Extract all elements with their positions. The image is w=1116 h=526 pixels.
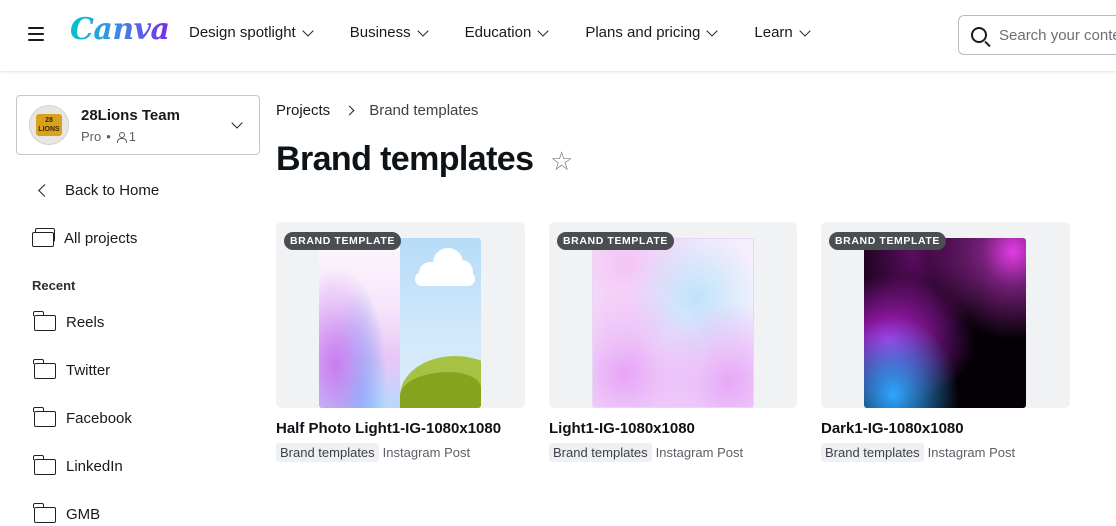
template-card-light1[interactable]: BRAND TEMPLATE Light1-IG-1080x1080 Brand…: [549, 222, 797, 462]
template-folder-chip[interactable]: Brand templates: [276, 443, 379, 462]
chevron-down-icon: [416, 24, 429, 37]
template-thumbnail[interactable]: BRAND TEMPLATE: [276, 222, 525, 408]
star-icon[interactable]: ☆: [550, 148, 573, 174]
template-folder-chip[interactable]: Brand templates: [821, 443, 924, 462]
top-navigation-bar: Canva Design spotlight Business Educatio…: [0, 0, 1116, 71]
search-box[interactable]: [958, 15, 1116, 55]
template-type: Instagram Post: [655, 445, 744, 460]
brand-template-badge: BRAND TEMPLATE: [829, 232, 947, 250]
folders-icon: [32, 228, 56, 247]
main-nav: Design spotlight Business Education Plan…: [189, 24, 847, 41]
chevron-down-icon: [231, 117, 243, 129]
nav-business[interactable]: Business: [349, 24, 429, 41]
chevron-down-icon: [537, 24, 549, 37]
back-to-home-link[interactable]: Back to Home: [32, 182, 159, 199]
nav-label: Education: [464, 24, 532, 41]
sidebar-folder-twitter[interactable]: Twitter: [33, 358, 111, 379]
team-meta: Pro • 1: [81, 129, 136, 144]
template-folder-chip[interactable]: Brand templates: [549, 443, 652, 462]
nav-label: Business: [349, 24, 411, 41]
template-meta: Brand templates Instagram Post: [549, 443, 797, 462]
template-preview-image: [864, 238, 1026, 408]
template-card-dark1[interactable]: BRAND TEMPLATE Dark1-IG-1080x1080 Brand …: [821, 222, 1070, 462]
nav-education[interactable]: Education: [464, 24, 549, 41]
chevron-left-icon: [38, 184, 51, 197]
search-input[interactable]: [999, 26, 1116, 44]
all-projects-link[interactable]: All projects: [32, 228, 138, 247]
hamburger-menu-icon[interactable]: [28, 27, 44, 41]
brand-template-badge: BRAND TEMPLATE: [557, 232, 675, 250]
breadcrumb-projects[interactable]: Projects: [276, 102, 330, 119]
template-name: Light1-IG-1080x1080: [549, 420, 695, 437]
template-thumbnail[interactable]: BRAND TEMPLATE: [821, 222, 1070, 408]
folder-icon: [33, 502, 56, 523]
sidebar-folder-facebook[interactable]: Facebook: [33, 406, 132, 427]
template-name: Half Photo Light1-IG-1080x1080: [276, 420, 502, 437]
all-projects-label: All projects: [64, 230, 138, 247]
template-preview-image: [319, 238, 481, 408]
nav-learn[interactable]: Learn: [754, 24, 811, 41]
sidebar-folder-gmb[interactable]: GMB: [33, 502, 101, 523]
chevron-down-icon: [302, 24, 314, 37]
team-switcher[interactable]: 28 LIONS 28Lions Team Pro • 1: [16, 95, 260, 155]
team-avatar: 28 LIONS: [29, 105, 69, 145]
team-name: 28Lions Team: [81, 107, 180, 124]
folder-icon: [33, 310, 56, 331]
template-meta: Brand templates Instagram Post: [276, 443, 525, 462]
recent-heading: Recent: [32, 278, 76, 293]
back-to-home-label: Back to Home: [65, 182, 160, 199]
cloud-icon: [409, 248, 475, 286]
template-name: Dark1-IG-1080x1080: [821, 420, 964, 437]
canva-logo[interactable]: Canva: [70, 12, 170, 47]
nav-label: Plans and pricing: [585, 24, 701, 41]
template-meta: Brand templates Instagram Post: [821, 443, 1070, 462]
template-card-half-photo-light1[interactable]: BRAND TEMPLATE Half Photo Light1-IG-1080…: [276, 222, 525, 462]
folder-label: Twitter: [66, 362, 111, 379]
nav-design-spotlight[interactable]: Design spotlight: [189, 24, 314, 41]
sidebar-folder-reels[interactable]: Reels: [33, 310, 105, 331]
template-type: Instagram Post: [927, 445, 1016, 460]
team-member-count: 1: [128, 129, 137, 144]
brand-template-badge: BRAND TEMPLATE: [284, 232, 402, 250]
folder-icon: [33, 406, 56, 427]
chevron-down-icon: [706, 24, 719, 37]
folder-icon: [33, 454, 56, 475]
chevron-down-icon: [799, 24, 811, 37]
template-thumbnail[interactable]: BRAND TEMPLATE: [549, 222, 797, 408]
folder-icon: [33, 358, 56, 379]
person-icon: [116, 131, 127, 143]
folder-label: LinkedIn: [66, 458, 123, 475]
template-type: Instagram Post: [382, 445, 471, 460]
team-plan: Pro: [81, 129, 102, 144]
search-icon: [971, 27, 987, 43]
folder-label: GMB: [66, 506, 101, 523]
team-logo: 28 LIONS: [36, 114, 62, 136]
nav-plans-and-pricing[interactable]: Plans and pricing: [585, 24, 719, 41]
nav-label: Learn: [754, 24, 793, 41]
separator-dot: •: [106, 129, 111, 144]
page-title: Brand templates: [276, 140, 534, 178]
chevron-right-icon: [344, 105, 355, 116]
breadcrumb-current: Brand templates: [369, 102, 479, 119]
sidebar-folder-linkedin[interactable]: LinkedIn: [33, 454, 123, 475]
breadcrumb: Projects Brand templates: [276, 102, 478, 119]
template-preview-image: [592, 238, 754, 408]
folder-label: Reels: [66, 314, 105, 331]
folder-label: Facebook: [66, 410, 132, 427]
nav-label: Design spotlight: [189, 24, 296, 41]
